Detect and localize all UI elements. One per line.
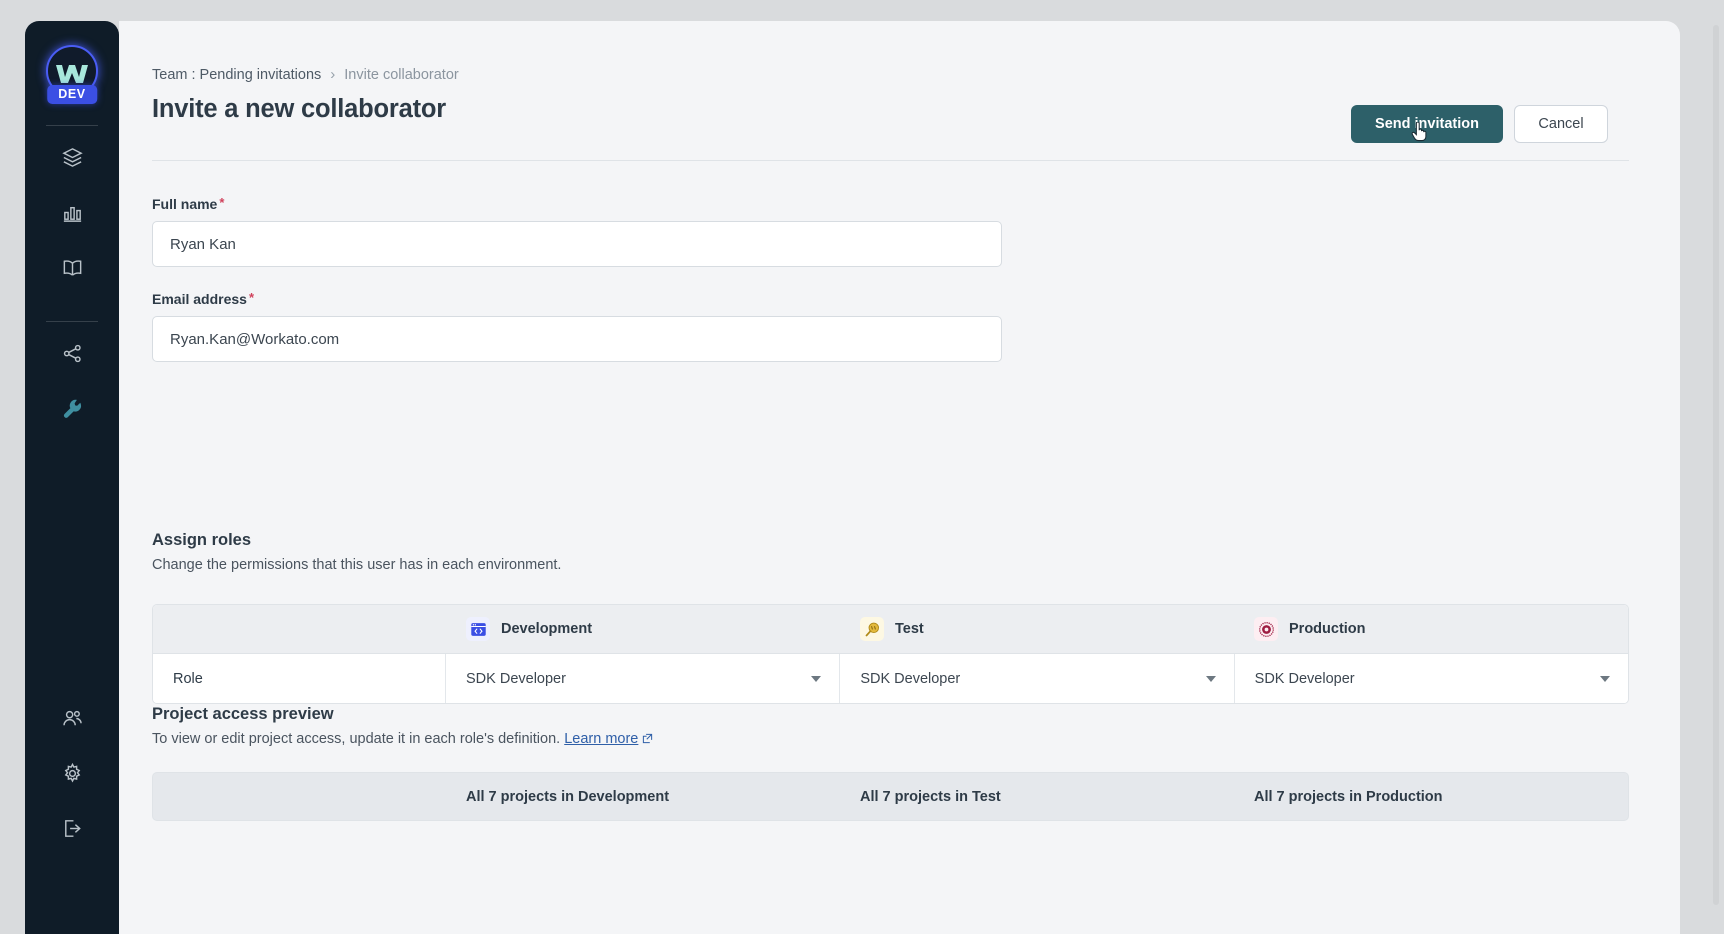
roles-header-blank	[153, 605, 446, 653]
sidebar-nav-secondary	[25, 326, 119, 436]
code-window-icon	[466, 617, 490, 641]
target-circle-icon	[1254, 617, 1278, 641]
sidebar-item-connections[interactable]	[25, 326, 119, 381]
env-badge-dev: DEV	[47, 85, 97, 104]
assign-roles-section: Assign roles Change the permissions that…	[152, 531, 1629, 704]
email-label: Email address *	[152, 291, 1012, 307]
share-network-icon	[63, 344, 81, 363]
layers-icon	[61, 148, 83, 167]
learn-more-link[interactable]: Learn more	[564, 731, 638, 747]
magnifier-icon	[860, 617, 884, 641]
role-select-development[interactable]: SDK Developer	[446, 654, 841, 703]
sidebar-item-tools[interactable]	[25, 381, 119, 436]
roles-table-header: Development Test Production	[153, 605, 1628, 654]
env-header-label: Production	[1289, 621, 1366, 637]
email-input[interactable]	[152, 316, 1002, 362]
users-icon	[62, 710, 82, 726]
breadcrumb-current: Invite collaborator	[344, 66, 459, 83]
invite-form: Full name * Email address *	[152, 196, 1012, 386]
sidebar-item-team[interactable]	[25, 691, 119, 746]
roles-table: Development Test Production Role SDK Dev…	[152, 604, 1629, 704]
sidebar-item-projects[interactable]	[25, 130, 119, 185]
project-access-description-text: To view or edit project access, update i…	[152, 731, 561, 747]
external-link-icon[interactable]	[642, 732, 653, 748]
sidebar-divider-top	[46, 125, 98, 126]
app-root: DEV Team: Pending invitations › Invite …	[0, 0, 1724, 934]
header-actions: Send invitation Cancel	[1351, 105, 1608, 143]
email-field-group: Email address *	[152, 291, 1012, 362]
assign-roles-title: Assign roles	[152, 531, 252, 549]
roles-table-row: Role SDK Developer SDK Developer SDK Dev…	[153, 654, 1628, 703]
sidebar-item-insights[interactable]	[25, 185, 119, 240]
sidebar-divider-mid	[46, 321, 98, 322]
page-scrollbar[interactable]	[1713, 25, 1719, 905]
project-access-description: To view or edit project access, update i…	[152, 731, 1629, 748]
env-header-label: Test	[895, 621, 924, 637]
full-name-input[interactable]	[152, 221, 1002, 267]
cancel-button[interactable]: Cancel	[1514, 105, 1608, 143]
header-divider	[152, 160, 1629, 161]
role-select-production[interactable]: SDK Developer	[1235, 654, 1628, 703]
env-header-production: Production	[1234, 605, 1628, 653]
full-name-label: Full name *	[152, 196, 1012, 212]
sidebar-nav-primary	[25, 130, 119, 295]
required-marker: *	[248, 290, 254, 305]
page-title: Invite a new collaborator	[152, 95, 446, 123]
sidebar: DEV	[25, 21, 119, 934]
sidebar-item-logout[interactable]	[25, 801, 119, 856]
role-row-label: Role	[153, 654, 446, 703]
role-select-value: SDK Developer	[466, 670, 566, 687]
project-access-cell-test: All 7 projects in Test	[860, 788, 1001, 805]
gear-icon	[64, 762, 80, 783]
required-marker: *	[219, 195, 225, 210]
chevron-right-icon: ›	[330, 66, 336, 83]
project-access-cell-development: All 7 projects in Development	[466, 788, 670, 805]
logout-icon	[64, 820, 81, 837]
chevron-down-icon	[1599, 675, 1610, 682]
full-name-field-group: Full name *	[152, 196, 1012, 267]
breadcrumb-parent[interactable]: Team : Pending invitations	[152, 67, 321, 83]
breadcrumb: Team : Pending invitations › Invite coll…	[152, 66, 459, 83]
logo[interactable]: DEV	[44, 43, 100, 104]
role-select-value: SDK Developer	[1254, 670, 1355, 687]
env-header-label: Development	[501, 621, 593, 637]
send-invitation-label: Send invitation	[1375, 116, 1479, 132]
role-select-value: SDK Developer	[860, 670, 961, 687]
sidebar-item-settings[interactable]	[25, 746, 119, 801]
full-name-label-text: Full name	[152, 196, 218, 212]
main-panel: Team : Pending invitations › Invite coll…	[119, 21, 1680, 934]
project-access-table: All 7 projects in Development All 7 proj…	[152, 772, 1629, 821]
book-icon	[63, 260, 81, 276]
chevron-down-icon	[1205, 675, 1216, 682]
sidebar-nav-bottom	[25, 691, 119, 934]
chevron-down-icon	[811, 675, 822, 682]
send-invitation-button[interactable]: Send invitation	[1351, 105, 1503, 143]
wrench-icon	[63, 399, 81, 418]
env-header-test: Test	[840, 605, 1234, 653]
project-access-title: Project access preview	[152, 705, 334, 723]
project-access-section: Project access preview To view or edit p…	[152, 705, 1629, 821]
bar-chart-icon	[63, 206, 81, 222]
email-label-text: Email address	[152, 291, 247, 307]
assign-roles-description: Change the permissions that this user ha…	[152, 557, 562, 573]
env-header-development: Development	[446, 605, 840, 653]
project-access-cell-production: All 7 projects in Production	[1254, 788, 1443, 805]
role-select-test[interactable]: SDK Developer	[840, 654, 1235, 703]
sidebar-item-library[interactable]	[25, 240, 119, 295]
